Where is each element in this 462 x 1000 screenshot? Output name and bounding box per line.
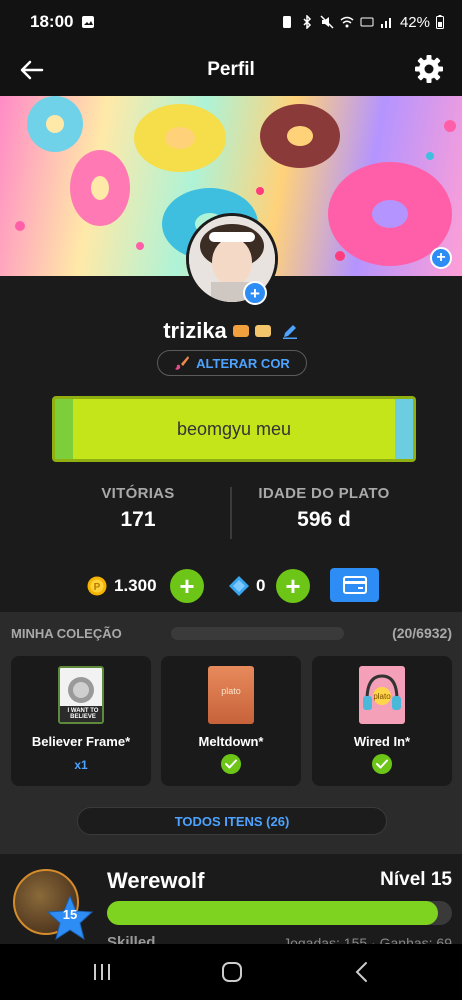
xp-progress-fill	[107, 901, 439, 925]
wired-in-thumb-logo: plato	[373, 692, 391, 701]
battery-icon	[436, 15, 444, 29]
edit-pencil-icon[interactable]	[281, 322, 299, 340]
wired-in-thumbnail: plato	[359, 666, 405, 724]
gem-amount: 0	[256, 576, 266, 595]
bio-card[interactable]: beomgyu meu	[52, 396, 416, 462]
all-items-button[interactable]: TODOS ITENS (26)	[77, 807, 387, 835]
gem-icon	[229, 576, 249, 596]
collection-item-name: Wired In*	[353, 734, 411, 749]
avatar-edit-plus-button[interactable]: +	[243, 281, 267, 305]
owned-check-icon	[221, 754, 241, 774]
xp-progress-track	[107, 901, 452, 925]
back-arrow-icon[interactable]	[18, 56, 46, 84]
stat-plato-age: IDADE DO PLATO 596 d	[244, 485, 404, 532]
app-header: Perfil	[0, 44, 462, 96]
wallet-button[interactable]	[330, 568, 379, 602]
android-navigation-bar	[0, 944, 462, 1000]
collection-progress-bar	[171, 627, 344, 640]
stat-victories: VITÓRIAS 171	[66, 485, 210, 532]
page-title: Perfil	[207, 59, 255, 80]
collection-item[interactable]: plato Wired In*	[312, 656, 452, 786]
change-color-button[interactable]: ALTERAR COR	[157, 350, 307, 376]
gallery-notification-icon	[82, 16, 95, 28]
sandwich-emoji-icon	[254, 325, 271, 337]
stat-value: 171	[120, 508, 156, 531]
bio-text: beomgyu meu	[176, 418, 292, 439]
battery-percent: 42%	[399, 13, 430, 31]
level-badge-number: 15	[62, 907, 78, 922]
status-bar: 18:00 42%	[0, 0, 462, 44]
collection-item-quantity: x1	[74, 758, 88, 772]
owned-check-icon	[372, 754, 392, 774]
collection-item-name: Meltdown*	[198, 734, 264, 749]
collection-item[interactable]: plato Meltdown*	[161, 656, 301, 786]
home-icon[interactable]	[218, 958, 246, 986]
meltdown-thumb-logo: plato	[221, 686, 241, 696]
collection-item-name: Believer Frame*	[31, 734, 131, 749]
collection-title: MINHA COLEÇÃO	[11, 626, 122, 641]
mute-icon	[320, 15, 334, 29]
currency-row: P 1.300 + 0 +	[0, 568, 462, 604]
game-name: Werewolf	[107, 868, 205, 893]
bio-card-right-decoration	[395, 399, 413, 459]
stat-label: VITÓRIAS	[101, 485, 175, 502]
battery-saver-icon	[282, 16, 291, 28]
cat-emoji-icon	[232, 325, 249, 337]
svg-text:P: P	[94, 582, 101, 593]
bio-card-left-decoration	[55, 399, 73, 459]
collection-count: (20/6932)	[392, 625, 452, 641]
wifi-icon	[340, 16, 354, 28]
username-row: trizika	[0, 318, 462, 344]
volte-icon	[360, 17, 374, 27]
believer-frame-thumbnail: I WANT TO BELIEVE	[58, 666, 104, 724]
status-time: 18:00	[30, 12, 74, 31]
signal-icon	[380, 18, 391, 28]
username: trizika	[163, 318, 227, 343]
change-color-label: ALTERAR COR	[196, 355, 290, 371]
back-nav-icon[interactable]	[348, 958, 376, 986]
collection-item[interactable]: I WANT TO BELIEVE Believer Frame* x1	[11, 656, 151, 786]
believer-frame-caption: I WANT TO BELIEVE	[67, 708, 99, 720]
game-play-stats: Jogadas: 155 · Ganhas: 69	[283, 935, 452, 944]
game-level: Nível 15	[380, 869, 452, 890]
add-gems-button[interactable]: +	[276, 569, 310, 603]
coin-icon: P	[87, 576, 107, 596]
game-tier: Skilled	[107, 934, 156, 944]
stats-divider	[230, 487, 232, 539]
banner-edit-plus-button[interactable]: +	[430, 247, 452, 269]
game-stats-row[interactable]: 15 Werewolf Nível 15 Skilled Jogadas: 15…	[0, 854, 462, 944]
stat-label: IDADE DO PLATO	[258, 485, 390, 502]
wallet-icon	[342, 576, 367, 594]
paintbrush-icon	[175, 356, 190, 370]
coin-amount: 1.300	[114, 576, 157, 595]
meltdown-thumbnail: plato	[208, 666, 254, 724]
gear-icon[interactable]	[414, 54, 444, 84]
bluetooth-icon	[303, 15, 312, 29]
recent-apps-icon[interactable]	[88, 958, 116, 986]
stat-value: 596 d	[297, 508, 351, 531]
collection-section: MINHA COLEÇÃO (20/6932) I WANT TO BELIEV…	[0, 612, 462, 854]
add-coins-button[interactable]: +	[170, 569, 204, 603]
